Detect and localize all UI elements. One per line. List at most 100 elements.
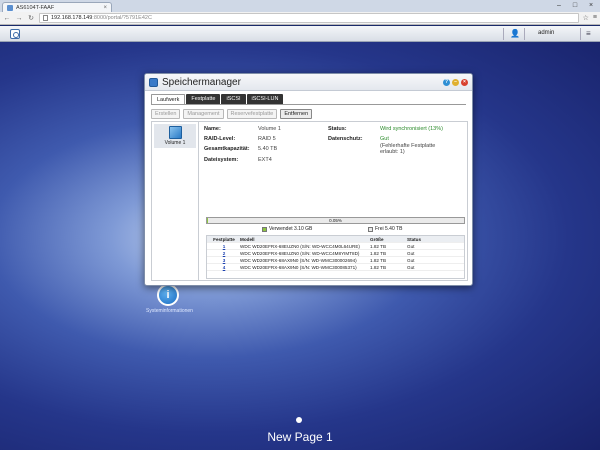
- disk-status: Gut: [407, 251, 415, 256]
- disk-status: Gut: [407, 265, 415, 270]
- usage-percent: 0.05%: [329, 218, 342, 223]
- divider: [503, 28, 504, 40]
- browser-tab[interactable]: AS6104T-FAAF ×: [2, 2, 112, 12]
- window-title: Speichermanager: [162, 76, 241, 88]
- disk-model: WDC WD20EFRX-68AX9N0 (S/N: WD-WMC3000853…: [240, 265, 357, 270]
- protection-note-line2: erlaubt: 1): [380, 149, 405, 155]
- disk-link[interactable]: 4: [210, 264, 238, 271]
- minimize-icon[interactable]: –: [552, 1, 566, 10]
- nas-taskbar: 👤 admin ≡: [0, 26, 600, 42]
- volume-list: Volume 1: [152, 122, 199, 280]
- filesystem-label: Dateisystem:: [204, 157, 239, 163]
- table-row[interactable]: 2 WDC WD20EFRX-68EUZN0 (S/N: WD-WCC4M8YI…: [207, 250, 464, 257]
- disk-size: 1.82 TB: [370, 258, 387, 263]
- window-titlebar[interactable]: Speichermanager ? – ×: [145, 74, 472, 91]
- window-minimize-icon[interactable]: –: [452, 78, 459, 86]
- back-icon[interactable]: ←: [3, 15, 11, 22]
- raid-value: RAID 5: [258, 136, 276, 142]
- divider: [580, 28, 581, 40]
- desktop-icon-label: Systeminformationen: [146, 308, 193, 314]
- tab-close-icon[interactable]: ×: [103, 5, 107, 11]
- table-row[interactable]: 4 WDC WD20EFRX-68AX9N0 (S/N: WD-WMC30008…: [207, 264, 464, 271]
- desktop-icon-systeminfo[interactable]: i Systeminformationen: [146, 284, 193, 314]
- browser-menu-icon[interactable]: ≡: [593, 14, 597, 22]
- user-icon[interactable]: 👤: [510, 29, 520, 38]
- window-controls: – □ ×: [552, 1, 598, 10]
- protection-label: Datenschutz:: [328, 136, 363, 142]
- used-legend: Verwendet 3.10 GB: [262, 226, 312, 232]
- address-bar: ← → ↻ 192.168.178.149:8000/portal/?5791E…: [0, 12, 600, 25]
- page-label: New Page 1: [267, 430, 333, 444]
- url-path: :8000/portal/?5791E42C: [92, 15, 152, 21]
- settings-menu-icon[interactable]: ≡: [586, 29, 591, 38]
- usage-progress-bar: 0.05%: [206, 217, 465, 224]
- management-button[interactable]: Management: [183, 109, 224, 119]
- storage-manager-icon: [149, 77, 158, 87]
- name-label: Name:: [204, 126, 221, 132]
- volume-list-label: Volume 1: [164, 140, 186, 146]
- disk-link[interactable]: 3: [210, 257, 238, 264]
- free-label: Frei 5.40 TB: [375, 226, 403, 232]
- name-value: Volume 1: [258, 126, 281, 132]
- favicon-icon: [7, 4, 13, 11]
- column-header-size[interactable]: Größe: [370, 236, 384, 243]
- tab-iscsi[interactable]: iSCSI: [221, 94, 246, 104]
- url-host: 192.168.178.149: [51, 15, 93, 21]
- toolbar: Erstellen Management Reservefestplatte E…: [151, 109, 466, 119]
- free-swatch: [368, 226, 373, 232]
- disk-status: Gut: [407, 258, 415, 263]
- page-icon: [43, 15, 48, 21]
- browser-tabbar: AS6104T-FAAF × – □ ×: [0, 0, 600, 12]
- spare-disk-button[interactable]: Reservefestplatte: [226, 109, 278, 119]
- used-label: Verwendet 3.10 GB: [269, 226, 313, 232]
- disk-size: 1.82 TB: [370, 265, 387, 270]
- column-header-status[interactable]: Status: [407, 236, 421, 243]
- help-icon[interactable]: ?: [443, 78, 450, 86]
- capacity-value: 5.40 TB: [258, 146, 278, 152]
- tab-laufwerk[interactable]: Laufwerk: [151, 94, 186, 104]
- window-close-icon[interactable]: ×: [461, 78, 468, 86]
- tab-festplatte[interactable]: Festplatte: [186, 94, 221, 104]
- disk-status: Gut: [407, 244, 415, 249]
- disk-link[interactable]: 2: [210, 250, 238, 257]
- maximize-icon[interactable]: □: [568, 1, 582, 10]
- status-label: Status:: [328, 126, 347, 132]
- table-row[interactable]: 3 WDC WD20EFRX-68AX9N0 (S/N: WD-WMC30000…: [207, 257, 464, 264]
- username-label[interactable]: admin: [538, 30, 554, 36]
- free-legend: Frei 5.40 TB: [368, 226, 402, 232]
- reload-icon[interactable]: ↻: [27, 14, 35, 22]
- tab-iscsi-lun[interactable]: iSCSI-LUN: [246, 94, 284, 104]
- page-indicator-dot[interactable]: [296, 417, 302, 423]
- info-icon: i: [157, 284, 179, 306]
- column-header-model[interactable]: Modell: [240, 236, 255, 243]
- status-value: Wird synchronisiert (13%): [380, 126, 443, 132]
- disk-table: Festplatte Modell Größe Status 1 WDC WD2…: [206, 235, 465, 279]
- disk-link[interactable]: 1: [210, 243, 238, 250]
- column-header-disk[interactable]: Festplatte: [210, 236, 238, 243]
- capacity-label: Gesamtkapazität:: [204, 146, 250, 152]
- disk-model: WDC WD20EFRX-68EUZN0 (S/N: WD-WCC4M0L64U…: [240, 244, 360, 249]
- tab-divider: [151, 104, 466, 105]
- volume-panel: Volume 1 Name: Volume 1 RAID-Level: RAID…: [151, 121, 468, 281]
- disk-size: 1.82 TB: [370, 244, 387, 249]
- used-swatch: [262, 226, 267, 232]
- disk-size: 1.82 TB: [370, 251, 387, 256]
- url-input[interactable]: 192.168.178.149:8000/portal/?5791E42C: [39, 13, 579, 23]
- protection-value: Gut: [380, 136, 389, 142]
- home-icon[interactable]: [10, 29, 20, 39]
- volume-list-item[interactable]: Volume 1: [154, 124, 196, 148]
- filesystem-value: EXT4: [258, 157, 272, 163]
- create-button[interactable]: Erstellen: [151, 109, 181, 119]
- table-row[interactable]: 1 WDC WD20EFRX-68EUZN0 (S/N: WD-WCC4M0L6…: [207, 243, 464, 250]
- disk-table-header: Festplatte Modell Größe Status: [207, 236, 464, 243]
- disk-model: WDC WD20EFRX-68EUZN0 (S/N: WD-WCC4M8YIMT…: [240, 251, 360, 256]
- remove-button[interactable]: Entfernen: [280, 109, 313, 119]
- divider: [524, 28, 525, 40]
- volume-cube-icon: [168, 126, 182, 139]
- forward-icon[interactable]: →: [15, 15, 23, 22]
- storage-manager-window: Speichermanager ? – × Laufwerk Festplatt…: [144, 73, 473, 286]
- bookmark-star-icon[interactable]: ☆: [583, 14, 589, 22]
- close-icon[interactable]: ×: [584, 1, 598, 10]
- window-tabs: Laufwerk Festplatte iSCSI iSCSI-LUN: [151, 94, 466, 104]
- browser-tab-title: AS6104T-FAAF: [16, 4, 55, 11]
